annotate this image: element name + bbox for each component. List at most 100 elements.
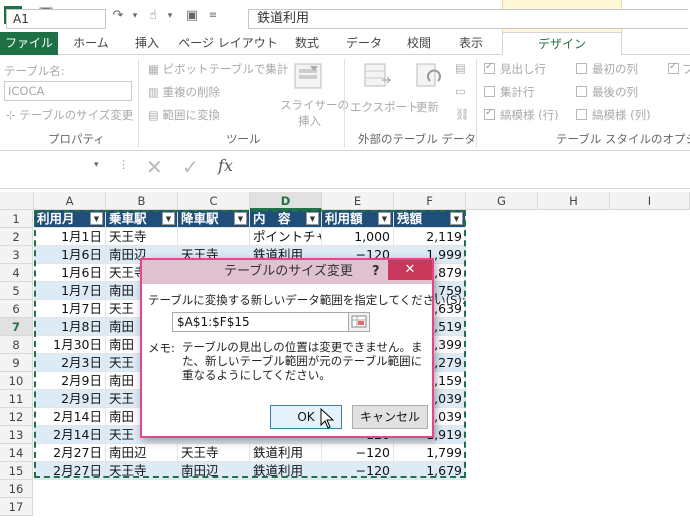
column-header-c[interactable]: C xyxy=(178,192,250,210)
last-column-checkbox[interactable] xyxy=(576,86,587,97)
first-column-checkbox[interactable] xyxy=(576,63,587,74)
tab-home[interactable]: ホーム xyxy=(66,32,116,55)
cell-month[interactable]: 1月1日 xyxy=(34,228,106,246)
banded-columns-checkbox[interactable] xyxy=(576,109,587,120)
table-header-cell[interactable]: 利用月 ▼ xyxy=(34,210,106,228)
range-input[interactable]: $A$1:$F$15 xyxy=(172,312,352,332)
tab-data[interactable]: データ xyxy=(338,32,390,55)
cell-month[interactable]: 2月27日 xyxy=(34,462,106,480)
cell-amount[interactable]: −120 xyxy=(322,462,394,480)
column-header-a[interactable]: A xyxy=(34,192,106,210)
cell-alighting[interactable]: 天王寺 xyxy=(178,444,250,462)
row-header[interactable]: 9 xyxy=(0,354,33,372)
row-header[interactable]: 2 xyxy=(0,228,33,246)
refresh-button[interactable]: 更新 xyxy=(412,61,448,127)
cell-month[interactable]: 1月8日 xyxy=(34,318,106,336)
cell-month[interactable]: 1月7日 xyxy=(34,300,106,318)
redo-dropdown-icon[interactable]: ▾ xyxy=(128,7,142,25)
column-header-g[interactable]: G xyxy=(466,192,538,210)
unlink-icon[interactable]: ⛓ xyxy=(455,107,470,121)
tab-design[interactable]: デザイン xyxy=(502,32,622,55)
tab-view[interactable]: 表示 xyxy=(450,32,492,55)
pivot-summary-button[interactable]: ▦ ピボットテーブルで集計 xyxy=(148,61,288,77)
cell-month[interactable]: 1月6日 xyxy=(34,246,106,264)
table-header-cell[interactable]: 内 容 ▼ xyxy=(250,210,322,228)
cell-balance[interactable]: 1,799 xyxy=(394,444,466,462)
header-row-checkbox[interactable] xyxy=(484,61,495,74)
customize-qat-icon[interactable]: ≡ xyxy=(206,7,220,25)
cell-month[interactable]: 2月3日 xyxy=(34,354,106,372)
row-header[interactable]: 12 xyxy=(0,408,33,426)
cell-balance[interactable]: 1,679 xyxy=(394,462,466,480)
row-header[interactable]: 10 xyxy=(0,372,33,390)
cell-content[interactable]: ポイントチャ xyxy=(250,228,322,246)
close-button[interactable]: ✕ xyxy=(388,260,432,280)
row-header[interactable]: 8 xyxy=(0,336,33,354)
tab-insert[interactable]: 挿入 xyxy=(124,32,170,55)
column-header-i[interactable]: I xyxy=(610,192,690,210)
total-row-checkbox[interactable] xyxy=(484,86,495,97)
cell-balance[interactable]: 2,119 xyxy=(394,228,466,246)
filter-dropdown-icon[interactable]: ▼ xyxy=(234,212,247,225)
cell-month[interactable]: 1月30日 xyxy=(34,336,106,354)
table-header-cell[interactable]: 残額 ▼ xyxy=(394,210,466,228)
insert-function-icon[interactable]: fx xyxy=(218,156,233,175)
touch-mode-icon[interactable]: ☝ xyxy=(144,7,162,25)
tab-review[interactable]: 校閲 xyxy=(396,32,442,55)
cell-month[interactable]: 2月14日 xyxy=(34,426,106,444)
filter-button-checkbox[interactable] xyxy=(668,61,679,74)
table-header-cell[interactable]: 降車駅 ▼ xyxy=(178,210,250,228)
column-header-f[interactable]: F xyxy=(394,192,466,210)
table-name-input[interactable]: ICOCA xyxy=(4,81,132,101)
cell-month[interactable]: 1月7日 xyxy=(34,282,106,300)
row-header[interactable]: 17 xyxy=(0,498,33,516)
cell-month[interactable]: 2月14日 xyxy=(34,408,106,426)
table-header-cell[interactable]: 利用額 ▼ xyxy=(322,210,394,228)
cancel-entry-icon[interactable]: ✕ xyxy=(146,155,163,179)
row-header[interactable]: 4 xyxy=(0,264,33,282)
cell-alighting[interactable]: 南田辺 xyxy=(178,462,250,480)
cell-month[interactable]: 2月27日 xyxy=(34,444,106,462)
cell-amount[interactable]: −120 xyxy=(322,444,394,462)
tab-page-layout[interactable]: ページ レイアウト xyxy=(178,32,278,55)
row-header[interactable]: 7 xyxy=(0,318,33,336)
confirm-entry-icon[interactable]: ✓ xyxy=(182,155,199,179)
camera-icon[interactable]: ▣ xyxy=(182,7,202,25)
insert-slicer-button[interactable]: スライサーの 挿入 xyxy=(280,61,349,128)
name-box-dropdown-icon[interactable]: ▾ xyxy=(94,160,99,170)
column-header-h[interactable]: H xyxy=(538,192,610,210)
select-all-corner[interactable] xyxy=(0,192,34,210)
cell-boarding[interactable]: 天王寺 xyxy=(106,228,178,246)
help-button[interactable]: ? xyxy=(372,260,380,284)
cell-month[interactable]: 2月9日 xyxy=(34,390,106,408)
cell-month[interactable]: 1月6日 xyxy=(34,264,106,282)
filter-dropdown-icon[interactable]: ▼ xyxy=(306,212,319,225)
tab-formulas[interactable]: 数式 xyxy=(284,32,330,55)
cell-content[interactable]: 鉄道利用 xyxy=(250,462,322,480)
touch-dropdown-icon[interactable]: ▾ xyxy=(164,7,176,25)
export-button[interactable]: エクスポート xyxy=(350,61,419,127)
cell-boarding[interactable]: 南田辺 xyxy=(106,444,178,462)
banded-rows-checkbox[interactable] xyxy=(484,107,495,120)
row-header[interactable]: 15 xyxy=(0,462,33,480)
formula-input[interactable]: 鉄道利用 xyxy=(248,9,688,29)
filter-dropdown-icon[interactable]: ▼ xyxy=(90,212,103,225)
row-header[interactable]: 14 xyxy=(0,444,33,462)
remove-duplicates-button[interactable]: ▥ 重複の削除 xyxy=(148,84,220,100)
table-header-cell[interactable]: 乗車駅 ▼ xyxy=(106,210,178,228)
row-header[interactable]: 3 xyxy=(0,246,33,264)
row-header[interactable]: 11 xyxy=(0,390,33,408)
filter-dropdown-icon[interactable]: ▼ xyxy=(450,212,463,225)
convert-to-range-button[interactable]: ▤ 範囲に変換 xyxy=(148,107,220,123)
row-header[interactable]: 16 xyxy=(0,480,33,498)
row-header[interactable]: 5 xyxy=(0,282,33,300)
cell-amount[interactable]: 1,000 xyxy=(322,228,394,246)
column-header-e[interactable]: E xyxy=(322,192,394,210)
tab-file[interactable]: ファイル xyxy=(0,32,58,55)
cell-month[interactable]: 2月9日 xyxy=(34,372,106,390)
open-browser-icon[interactable]: ▭ xyxy=(455,84,466,98)
resize-table-button[interactable]: ⊹ テーブルのサイズ変更 xyxy=(6,107,133,123)
collapse-dialog-button[interactable] xyxy=(348,312,370,332)
name-box[interactable]: A1 xyxy=(6,9,106,29)
cell-boarding[interactable]: 天王寺 xyxy=(106,462,178,480)
